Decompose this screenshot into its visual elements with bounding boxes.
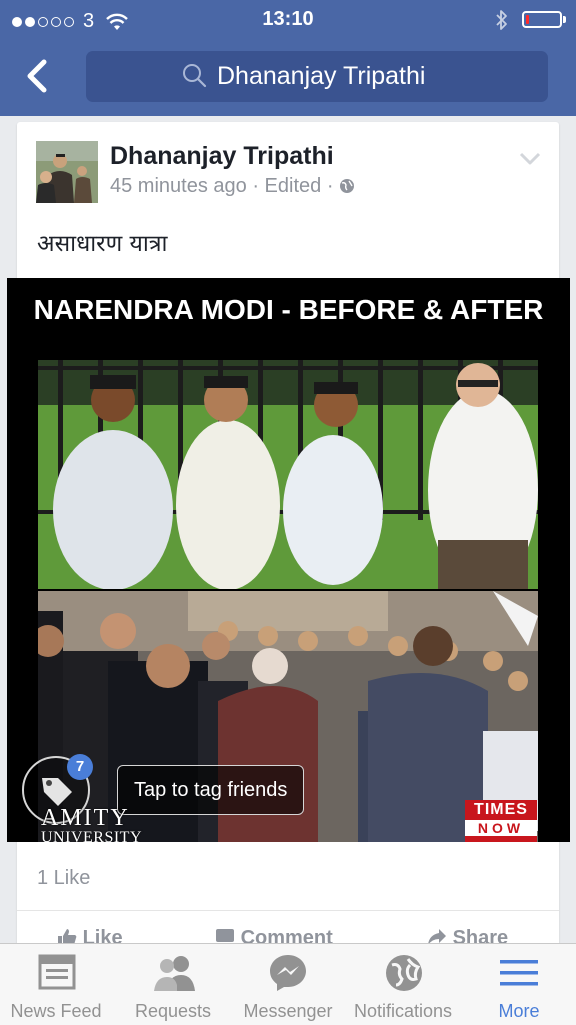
times-now-logo: TIMES NOW — [465, 800, 537, 842]
search-field[interactable]: Dhananjay Tripathi — [86, 51, 548, 102]
tab-messenger[interactable]: Messenger — [232, 944, 344, 1025]
globe-icon — [340, 179, 355, 193]
battery-icon — [522, 11, 562, 28]
post-menu-button[interactable] — [519, 152, 541, 171]
logo-strip — [465, 836, 537, 842]
tab-requests[interactable]: Requests — [117, 944, 229, 1025]
clock: 13:10 — [262, 8, 314, 30]
meta-separator: · — [326, 175, 340, 197]
like-count[interactable]: 1 Like — [37, 867, 90, 890]
search-icon — [183, 64, 207, 88]
post-text: असाधारण यात्रा — [37, 231, 168, 257]
search-query: Dhananjay Tripathi — [217, 62, 426, 90]
tab-notifications[interactable]: Notifications — [346, 944, 460, 1025]
watermark-line1: AMITY — [41, 805, 130, 831]
tag-count-badge: 7 — [67, 754, 93, 780]
post-photo[interactable]: NARENDRA MODI - BEFORE & AFTER 7 Tap to … — [7, 278, 570, 842]
battery-nub — [563, 16, 566, 23]
meta-separator: · — [252, 175, 265, 197]
hamburger-menu-icon — [500, 960, 538, 986]
globe-icon — [386, 955, 422, 991]
tab-more[interactable]: More — [463, 944, 575, 1025]
chevron-down-icon — [519, 152, 541, 165]
status-bar: 3 13:10 — [0, 0, 576, 40]
edited-label[interactable]: Edited — [265, 175, 322, 197]
friend-requests-icon — [154, 956, 195, 991]
tab-label: Messenger — [243, 1001, 333, 1021]
before-photo — [38, 360, 538, 589]
back-button[interactable] — [18, 56, 58, 96]
news-feed-icon — [38, 954, 76, 990]
photo-title: NARENDRA MODI - BEFORE & AFTER — [33, 294, 544, 325]
tab-label: More — [498, 1001, 540, 1021]
photo-panel-before — [38, 360, 538, 589]
messenger-icon — [270, 955, 306, 991]
author-avatar[interactable] — [36, 141, 98, 203]
tab-news-feed[interactable]: News Feed — [0, 944, 112, 1025]
amity-watermark: AMITY UNIVERSITY — [41, 806, 142, 842]
chevron-left-icon — [27, 59, 47, 93]
post-time[interactable]: 45 minutes ago — [110, 175, 247, 197]
tab-label: Notifications — [353, 1001, 453, 1021]
logo-times: TIMES — [465, 800, 537, 820]
tab-bar: News Feed Requests Messenger Notificatio… — [0, 943, 576, 1025]
divider — [17, 910, 559, 911]
bluetooth-icon — [496, 10, 507, 30]
tab-label: Requests — [134, 1001, 212, 1021]
tag-friends-prompt[interactable]: Tap to tag friends — [117, 765, 305, 815]
tab-label: News Feed — [10, 1001, 102, 1021]
post-meta: 45 minutes ago · Edited · — [110, 175, 355, 198]
avatar-photo — [36, 141, 98, 203]
logo-now: NOW — [465, 820, 537, 836]
post-author[interactable]: Dhananjay Tripathi — [110, 142, 334, 171]
battery-level — [526, 15, 529, 24]
watermark-line2: UNIVERSITY — [41, 829, 142, 843]
